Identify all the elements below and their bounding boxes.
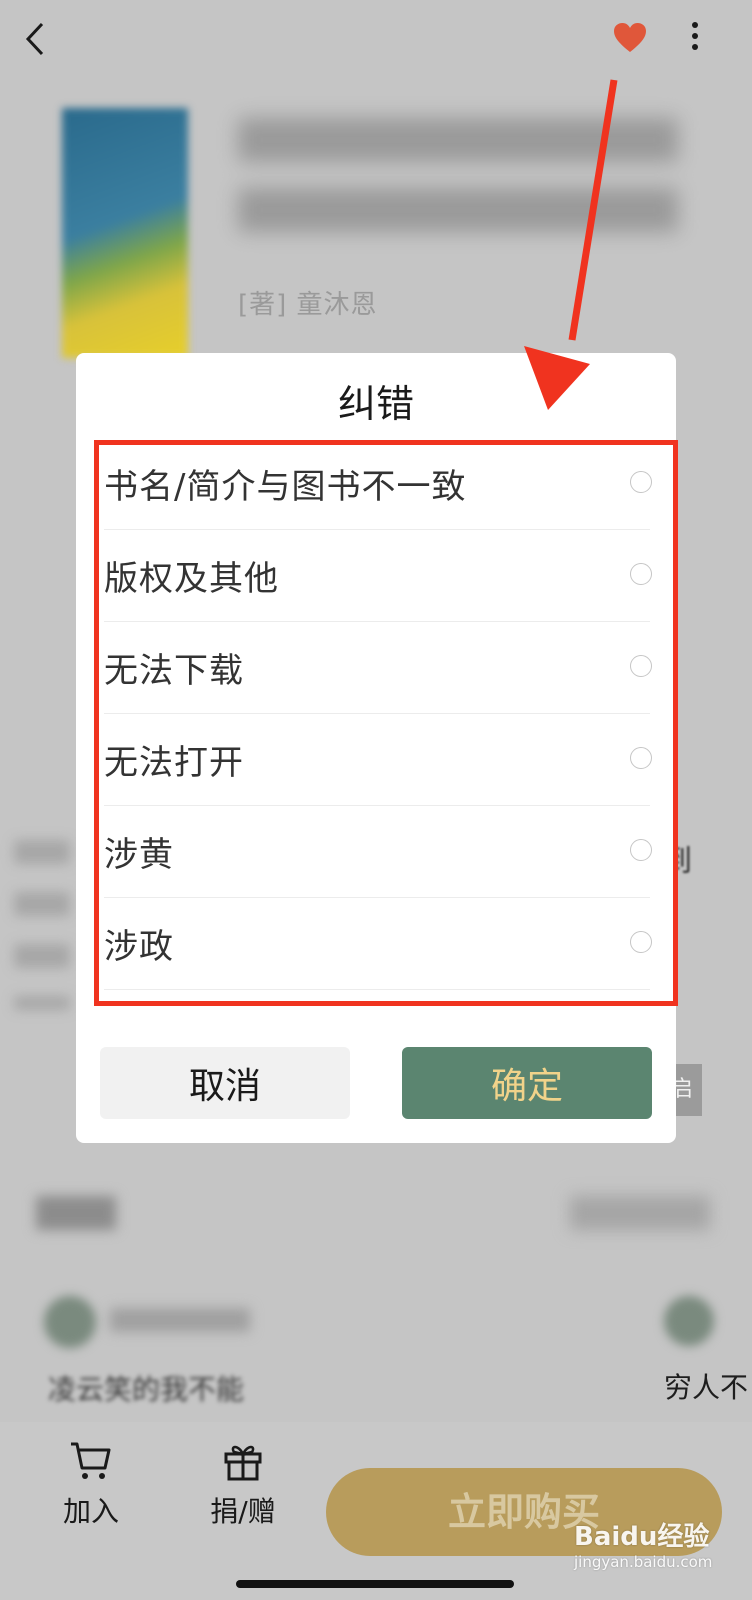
- heart-icon[interactable]: [612, 20, 648, 56]
- book-cover: [62, 108, 188, 358]
- comment-text: 凌云笑的我不能: [48, 1373, 245, 1406]
- section-link: [570, 1196, 710, 1230]
- book-author: [著] 童沐恩: [238, 290, 378, 320]
- add-to-cart-label: 加入: [62, 1495, 119, 1528]
- top-bar: [0, 0, 752, 80]
- cancel-button[interactable]: 取消: [100, 1047, 350, 1119]
- section-title: [36, 1196, 116, 1230]
- watermark-brand: Baidu经验: [574, 1522, 710, 1552]
- more-vertical-icon[interactable]: [690, 22, 700, 52]
- comment-username: [110, 1308, 250, 1332]
- avatar: [664, 1296, 714, 1346]
- comment-text: 穷人不: [664, 1371, 749, 1404]
- book-description: [14, 840, 70, 1010]
- highlight-box: [94, 440, 678, 1006]
- gift-button[interactable]: 捐/赠: [198, 1440, 288, 1530]
- add-to-cart-button[interactable]: 加入: [46, 1440, 136, 1530]
- watermark: Baidu经验 jingyan.baidu.com: [574, 1516, 712, 1571]
- home-indicator: [236, 1580, 514, 1588]
- cart-icon: [71, 1442, 111, 1479]
- dialog-title: 纠错: [337, 382, 414, 426]
- watermark-url: jingyan.baidu.com: [574, 1553, 713, 1571]
- gift-label: 捐/赠: [210, 1495, 276, 1528]
- chevron-left-icon[interactable]: [24, 22, 46, 56]
- confirm-button[interactable]: 确定: [402, 1047, 652, 1119]
- book-title: [238, 118, 678, 238]
- avatar: [44, 1296, 96, 1348]
- gift-icon: [224, 1445, 262, 1481]
